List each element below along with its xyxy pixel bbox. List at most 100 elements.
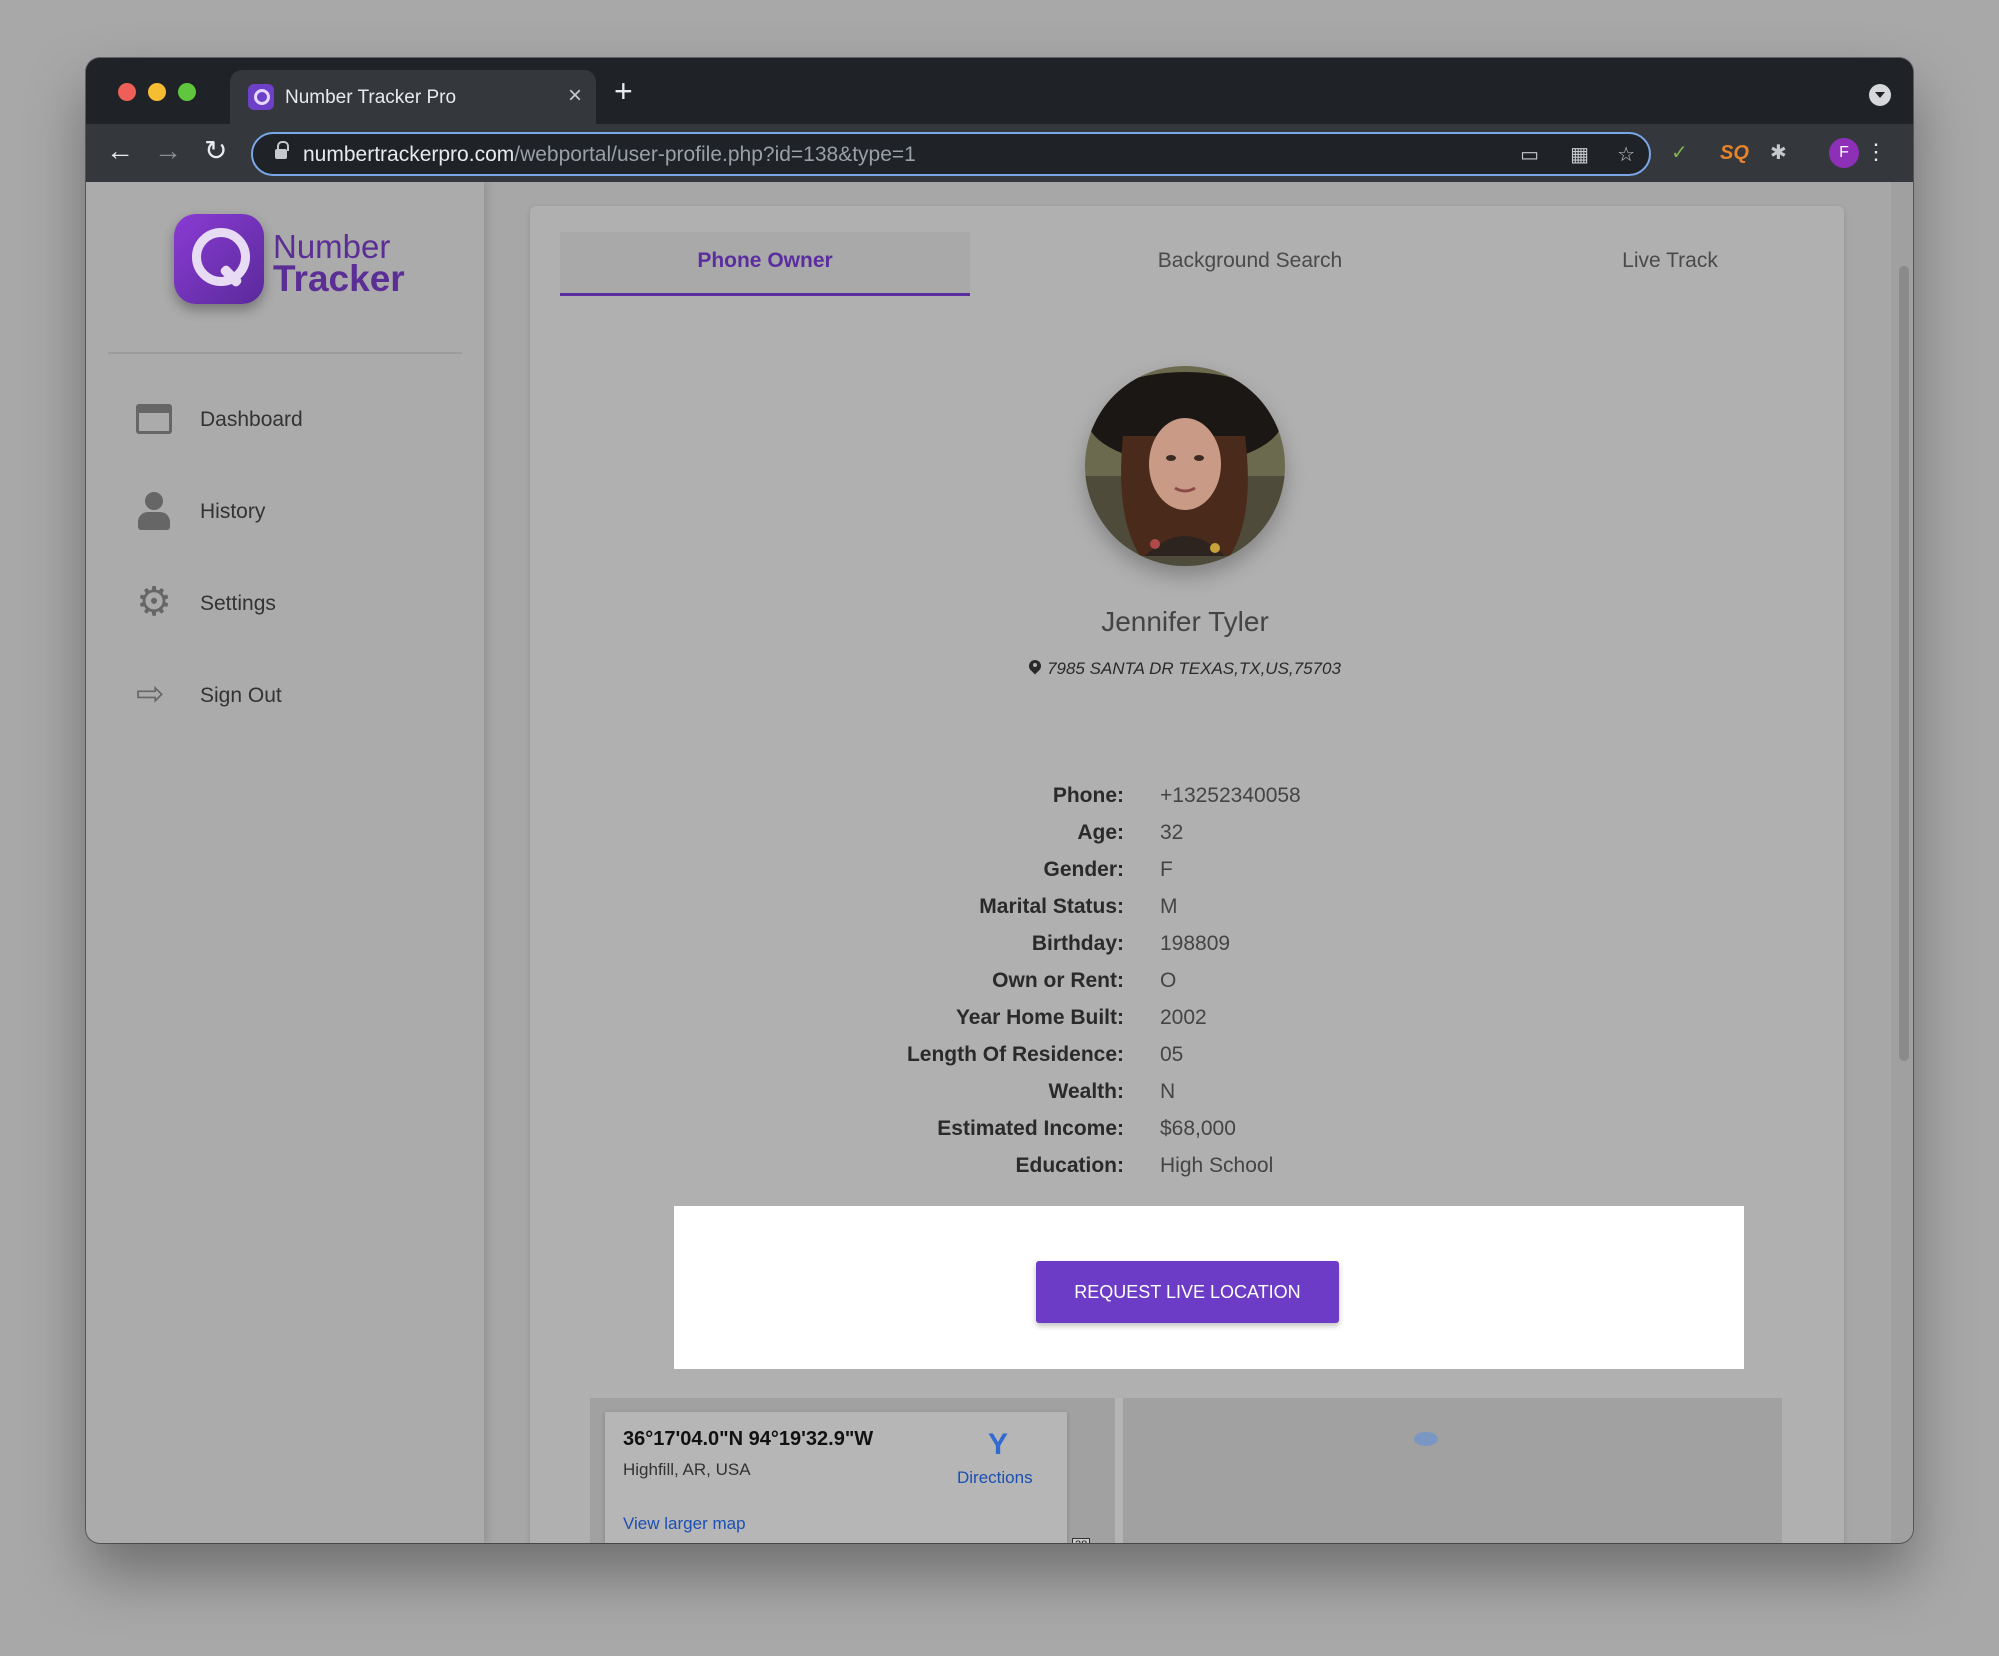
detail-value: $68,000: [1160, 1117, 1236, 1140]
extension-grammar-icon[interactable]: ✓: [1671, 141, 1688, 165]
detail-row: Length Of Residence: 05: [830, 1043, 1530, 1080]
map-info-card: 36°17'04.0"N 94°19'32.9"W Highfill, AR, …: [605, 1412, 1067, 1543]
user-icon: [136, 492, 172, 530]
window-controls: [118, 83, 196, 101]
detail-label: Length Of Residence:: [906, 1043, 1124, 1066]
window-icon: [136, 404, 172, 434]
url-host: numbertrackerpro.com: [303, 143, 515, 166]
detail-value: 2002: [1160, 1006, 1207, 1029]
profile-avatar[interactable]: F: [1829, 138, 1859, 168]
detail-row: Estimated Income: $68,000: [830, 1117, 1530, 1154]
map-pin-icon: [1029, 660, 1041, 676]
embedded-map[interactable]: 36°17'04.0"N 94°19'32.9"W Highfill, AR, …: [590, 1398, 1782, 1543]
detail-value: N: [1160, 1080, 1176, 1103]
detail-row: Education: High School: [830, 1154, 1530, 1191]
browser-tab[interactable]: Number Tracker Pro ×: [230, 70, 596, 124]
detail-label: Age:: [1077, 821, 1124, 844]
detail-value: 32: [1160, 821, 1184, 844]
detail-label: Phone:: [1052, 784, 1124, 807]
detail-row: Age: 32: [830, 821, 1530, 858]
tab-search-icon[interactable]: [1869, 84, 1891, 106]
directions-link[interactable]: Directions: [957, 1468, 1033, 1488]
sidebar-divider: [108, 352, 462, 354]
tab-close-icon[interactable]: ×: [568, 82, 582, 110]
tab-title: Number Tracker Pro: [285, 87, 457, 108]
lock-icon[interactable]: [275, 141, 289, 161]
detail-row: Phone: +13252340058: [830, 784, 1530, 821]
sign-out-icon: ⇨: [136, 675, 165, 713]
sidebar-item-history[interactable]: History: [86, 492, 406, 532]
sidebar-item-sign-out[interactable]: ⇨ Sign Out: [86, 676, 406, 716]
map-place-name: Highfill, AR, USA: [623, 1460, 751, 1479]
profile-name: Jennifer Tyler: [1101, 606, 1269, 637]
sidebar-item-label: Sign Out: [200, 684, 282, 707]
directions-icon[interactable]: Y: [983, 1430, 1013, 1460]
page-scrollbar[interactable]: [1891, 182, 1913, 1543]
detail-label: Gender:: [1043, 858, 1124, 881]
request-location-panel: REQUEST LIVE LOCATION: [674, 1206, 1744, 1369]
address-text: 7985 SANTA DR TEXAS,TX,US,75703: [1047, 659, 1341, 678]
logo-text-tracker: Tracker: [273, 258, 405, 299]
reload-button[interactable]: ↻: [204, 136, 227, 166]
detail-row: Own or Rent: O: [830, 969, 1530, 1006]
extensions-puzzle-icon[interactable]: ✱: [1770, 141, 1787, 165]
bookmark-star-icon[interactable]: ☆: [1617, 144, 1635, 166]
detail-value: High School: [1160, 1154, 1274, 1177]
detail-row: Year Home Built: 2002: [830, 1006, 1530, 1043]
detail-label: Own or Rent:: [992, 969, 1124, 992]
tab-favicon-icon: [248, 84, 274, 110]
web-page: Number Tracker Dashboard History ⚙ Setti…: [86, 182, 1913, 1543]
view-larger-map-link[interactable]: View larger map: [623, 1514, 746, 1534]
tab-live-track[interactable]: Live Track: [1470, 232, 1870, 296]
detail-row: Wealth: N: [830, 1080, 1530, 1117]
profile-details: Phone: +13252340058 Age: 32 Gender: F Marit…: [830, 784, 1530, 1191]
new-tab-button[interactable]: +: [614, 74, 633, 108]
request-live-location-button[interactable]: REQUEST LIVE LOCATION: [1036, 1261, 1339, 1323]
profile-address: 7985 SANTA DR TEXAS,TX,US,75703: [935, 658, 1435, 679]
sidebar-item-label: Dashboard: [200, 408, 303, 431]
browser-toolbar: ← → ↻ numbertrackerpro.com/webportal/use…: [86, 124, 1913, 182]
extension-sq-icon[interactable]: SQ: [1720, 141, 1749, 165]
profile-card: Phone Owner Background Search Live Track: [530, 206, 1844, 1543]
browser-window: Number Tracker Pro × + ← → ↻ numbertrack…: [86, 58, 1913, 1543]
forward-button[interactable]: →: [154, 136, 182, 166]
sidebar: Number Tracker Dashboard History ⚙ Setti…: [86, 182, 484, 1543]
detail-value: 05: [1160, 1043, 1184, 1066]
tab-phone-owner[interactable]: Phone Owner: [560, 232, 970, 296]
detail-label: Birthday:: [1031, 932, 1124, 955]
minimize-window-button[interactable]: [148, 83, 166, 101]
gear-icon: ⚙: [136, 580, 172, 624]
sidebar-item-settings[interactable]: ⚙ Settings: [86, 580, 406, 624]
detail-value: F: [1160, 858, 1173, 881]
close-window-button[interactable]: [118, 83, 136, 101]
url-path: /webportal/user-profile.php?id=138&type=…: [514, 143, 916, 166]
maximize-window-button[interactable]: [178, 83, 196, 101]
map-road: [1115, 1398, 1123, 1543]
sidebar-item-label: History: [200, 500, 266, 523]
tab-background-search[interactable]: Background Search: [1050, 232, 1450, 296]
detail-label: Estimated Income:: [937, 1117, 1124, 1140]
map-scale-label: 28: [1072, 1538, 1091, 1543]
detail-value: +13252340058: [1160, 784, 1301, 807]
detail-label: Wealth:: [1048, 1080, 1124, 1103]
map-coordinates: 36°17'04.0"N 94°19'32.9"W: [623, 1428, 874, 1450]
avatar: [1085, 366, 1285, 566]
qr-code-icon[interactable]: ▦: [1570, 144, 1589, 166]
detail-label: Marital Status:: [979, 895, 1124, 918]
map-water: [1414, 1432, 1438, 1446]
address-bar[interactable]: numbertrackerpro.com/webportal/user-prof…: [251, 132, 1651, 176]
url-text[interactable]: numbertrackerpro.com/webportal/user-prof…: [303, 143, 916, 167]
back-button[interactable]: ←: [106, 136, 134, 166]
scrollbar-thumb[interactable]: [1899, 266, 1909, 1061]
detail-value: M: [1160, 895, 1178, 918]
browser-menu-icon[interactable]: ⋮: [1865, 138, 1887, 166]
number-tracker-logo-icon[interactable]: [174, 214, 264, 304]
sidebar-item-dashboard[interactable]: Dashboard: [86, 400, 406, 440]
detail-row: Birthday: 198809: [830, 932, 1530, 969]
cast-icon[interactable]: ▭: [1520, 144, 1539, 166]
detail-value: 198809: [1160, 932, 1231, 955]
detail-label: Education:: [1015, 1154, 1125, 1177]
detail-row: Gender: F: [830, 858, 1530, 895]
browser-titlebar: Number Tracker Pro × +: [86, 58, 1913, 124]
sidebar-item-label: Settings: [200, 592, 276, 615]
